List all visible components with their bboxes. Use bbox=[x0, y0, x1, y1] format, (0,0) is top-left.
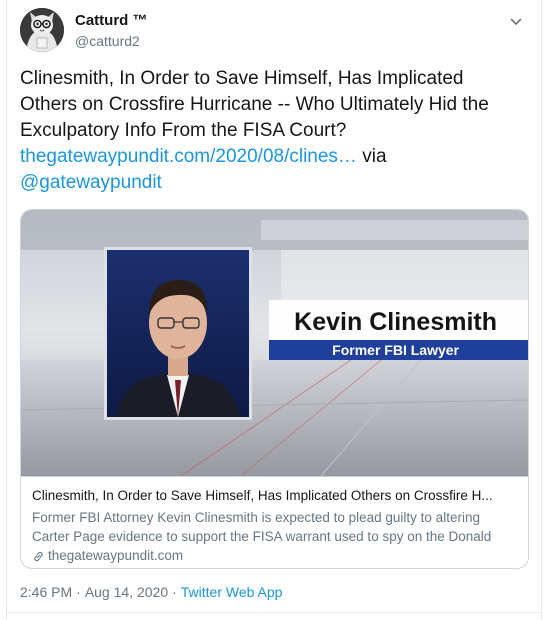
via-text: via bbox=[356, 146, 387, 167]
link-icon bbox=[32, 550, 45, 563]
mention-link[interactable]: @gatewaypundit bbox=[20, 172, 162, 193]
image-caption-text: Former FBI Lawyer bbox=[332, 342, 459, 358]
divider bbox=[7, 612, 541, 613]
image-name-text: Kevin Clinesmith bbox=[294, 308, 497, 336]
avatar[interactable] bbox=[20, 8, 64, 52]
card-domain-text: thegatewaypundit.com bbox=[48, 548, 184, 563]
tweet-source[interactable]: Twitter Web App bbox=[181, 584, 283, 600]
tweet-time[interactable]: 2:46 PM bbox=[20, 584, 72, 600]
display-name[interactable]: Catturd ™ bbox=[75, 12, 148, 30]
separator: · bbox=[172, 584, 177, 600]
link-card[interactable]: Kevin Clinesmith Former FBI Lawyer Cline… bbox=[20, 209, 529, 569]
tweet-body: Clinesmith, In Order to Save Himself, Ha… bbox=[20, 68, 489, 141]
card-title[interactable]: Clinesmith, In Order to Save Himself, Ha… bbox=[32, 487, 519, 505]
chevron-down-icon[interactable] bbox=[506, 12, 526, 32]
article-link[interactable]: thegatewaypundit.com/2020/08/clines… bbox=[20, 146, 357, 167]
tweet[interactable]: Catturd ™ @catturd2 Clinesmith, In Order… bbox=[6, 0, 542, 620]
handle[interactable]: @catturd2 bbox=[75, 31, 148, 51]
card-domain: thegatewaypundit.com bbox=[32, 547, 519, 565]
tweet-date[interactable]: Aug 14, 2020 bbox=[85, 584, 168, 600]
card-body[interactable]: Clinesmith, In Order to Save Himself, Ha… bbox=[21, 476, 528, 568]
tweet-meta: 2:46 PM · Aug 14, 2020 · Twitter Web App bbox=[20, 583, 282, 601]
tweet-header: Catturd ™ @catturd2 bbox=[20, 8, 528, 56]
card-image[interactable]: Kevin Clinesmith Former FBI Lawyer bbox=[21, 210, 528, 476]
author-names[interactable]: Catturd ™ @catturd2 bbox=[75, 12, 148, 51]
separator: · bbox=[76, 584, 81, 600]
card-description: Former FBI Attorney Kevin Clinesmith is … bbox=[32, 510, 492, 544]
tweet-text: Clinesmith, In Order to Save Himself, Ha… bbox=[20, 66, 525, 196]
